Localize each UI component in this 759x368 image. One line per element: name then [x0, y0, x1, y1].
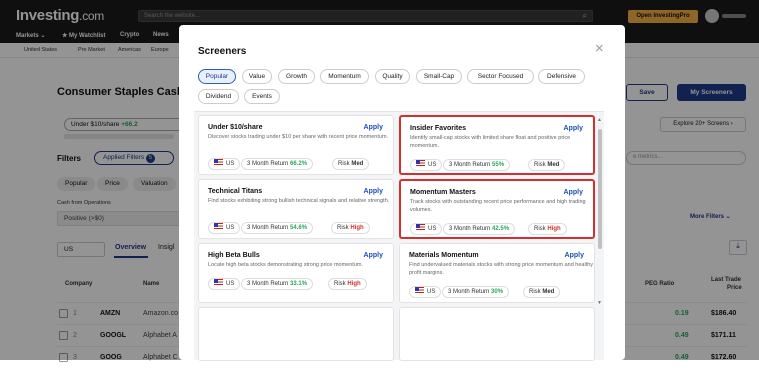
category-small-cap[interactable]: Small-Cap [416, 69, 462, 84]
country-tag: US [208, 158, 241, 170]
us-flag-icon [416, 160, 425, 166]
screener-card-momentum-masters[interactable]: Momentum Masters Apply Track stocks with… [399, 179, 595, 239]
risk-tag: Risk High [328, 278, 367, 290]
country-tag: US [409, 286, 442, 298]
screener-card-partial[interactable] [399, 307, 595, 361]
risk-tag: Risk High [528, 223, 567, 235]
apply-button[interactable]: Apply [364, 252, 383, 259]
apply-button[interactable]: Apply [564, 125, 583, 132]
category-growth[interactable]: Growth [278, 69, 315, 84]
screeners-modal: Screeners × Popular Value Growth Momentu… [179, 25, 625, 361]
country-tag: US [410, 223, 443, 235]
risk-tag: Risk Med [528, 159, 566, 171]
modal-title: Screeners [198, 46, 247, 57]
apply-button[interactable]: Apply [564, 189, 583, 196]
risk-tag: Risk High [331, 222, 370, 234]
category-defensive[interactable]: Defensive [538, 69, 585, 84]
return-tag: 3 Month Return 66.2% [241, 158, 314, 170]
screener-card-technical-titans[interactable]: Technical Titans Apply Find stocks exhib… [198, 179, 394, 239]
category-events[interactable]: Events [244, 89, 280, 104]
apply-button[interactable]: Apply [565, 252, 584, 259]
risk-tag: Risk Med [332, 158, 370, 170]
screener-card-high-beta-bulls[interactable]: High Beta Bulls Apply Locate high beta s… [198, 243, 394, 303]
country-tag: US [208, 222, 241, 234]
screener-card-materials-momentum[interactable]: Materials Momentum Apply Find undervalue… [399, 243, 595, 303]
close-icon[interactable]: × [595, 41, 604, 56]
risk-tag: Risk Med [523, 286, 561, 298]
return-tag: 3 Month Return 54.6% [241, 222, 314, 234]
category-quality[interactable]: Quality [375, 69, 410, 84]
scroll-down-icon[interactable]: ▼ [597, 300, 602, 306]
screener-card-insider-favorites[interactable]: Insider Favorites Apply Identify small-c… [399, 115, 595, 175]
category-momentum[interactable]: Momentum [320, 69, 369, 84]
category-value[interactable]: Value [242, 69, 272, 84]
us-flag-icon [416, 224, 425, 230]
return-tag: 3 Month Return 33.1% [241, 278, 314, 290]
return-tag: 3 Month Return 42.5% [443, 223, 516, 235]
country-tag: US [208, 278, 241, 290]
return-tag: 3 Month Return 30% [442, 286, 510, 298]
us-flag-icon [214, 159, 223, 165]
category-sector-focused[interactable]: Sector Focused [467, 69, 534, 84]
screener-card-partial[interactable] [198, 307, 394, 361]
us-flag-icon [214, 223, 223, 229]
category-dividend[interactable]: Dividend [198, 89, 239, 104]
apply-button[interactable]: Apply [364, 188, 383, 195]
screener-card-under-10[interactable]: Under $10/share Apply Discover stocks tr… [198, 115, 394, 175]
category-popular[interactable]: Popular [198, 69, 236, 84]
modal-scrollbar[interactable]: ▲ ▼ [597, 117, 603, 307]
return-tag: 3 Month Return 55% [443, 159, 511, 171]
us-flag-icon [415, 287, 424, 293]
scroll-up-icon[interactable]: ▲ [597, 117, 602, 123]
apply-button[interactable]: Apply [364, 124, 383, 131]
screener-grid: Under $10/share Apply Discover stocks tr… [194, 111, 604, 361]
us-flag-icon [214, 279, 223, 285]
scroll-thumb[interactable] [598, 129, 602, 249]
country-tag: US [410, 159, 443, 171]
